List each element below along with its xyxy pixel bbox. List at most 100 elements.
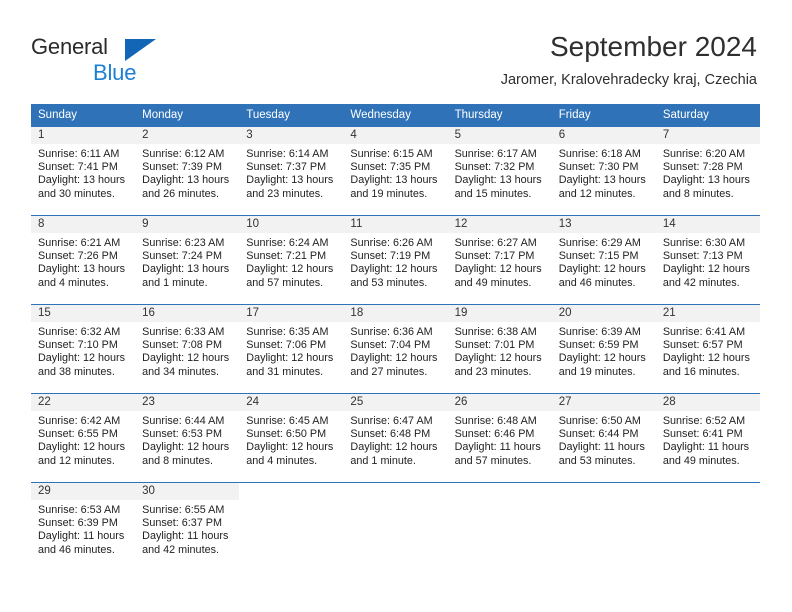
- calendar-day-cell[interactable]: 17 Sunrise: 6:35 AM Sunset: 7:06 PM Dayligh…: [239, 304, 344, 394]
- day-number: 23: [135, 394, 240, 411]
- day-number: 21: [655, 305, 760, 322]
- day-number: 16: [135, 305, 240, 322]
- calendar-day-cell[interactable]: 28 Sunrise: 6:52 AM Sunset: 6:41 PM Dayligh…: [655, 393, 760, 483]
- sunrise-text: Sunrise: 6:18 AM: [558, 148, 641, 160]
- calendar-day-cell[interactable]: 9 Sunrise: 6:23 AM Sunset: 7:24 PM Daylight…: [135, 215, 240, 305]
- calendar-day-cell[interactable]: 4 Sunrise: 6:15 AM Sunset: 7:35 PM Daylight…: [343, 126, 448, 216]
- calendar-day-cell[interactable]: [343, 482, 448, 571]
- daylight-text-line2: and 15 minutes.: [454, 187, 532, 200]
- calendar-day-cell[interactable]: 23 Sunrise: 6:44 AM Sunset: 6:53 PM Dayligh…: [135, 393, 240, 483]
- calendar-header-row: Sunday Monday Tuesday Wednesday Thursday…: [31, 104, 760, 127]
- day-details: Sunrise: 6:39 AM Sunset: 6:59 PM Daylight:…: [552, 322, 656, 379]
- sunset-text: Sunset: 6:41 PM: [662, 428, 743, 441]
- daylight-text-line1: Daylight: 13 hours: [350, 174, 438, 187]
- calendar-day-cell[interactable]: 15 Sunrise: 6:32 AM Sunset: 7:10 PM Dayligh…: [31, 304, 136, 394]
- daylight-text-line1: Daylight: 12 hours: [454, 352, 542, 365]
- daylight-text-line1: Daylight: 13 hours: [454, 174, 542, 187]
- daylight-text-line2: and 23 minutes.: [246, 187, 324, 200]
- weekday-header-tuesday: Tuesday: [239, 104, 344, 127]
- calendar-day-cell[interactable]: 26 Sunrise: 6:48 AM Sunset: 6:46 PM Dayligh…: [447, 393, 552, 483]
- day-number: 30: [135, 483, 240, 500]
- day-cell-inner: 8 Sunrise: 6:21 AM Sunset: 7:26 PM Daylight…: [31, 216, 136, 304]
- calendar-day-cell[interactable]: 12 Sunrise: 6:27 AM Sunset: 7:17 PM Dayligh…: [447, 215, 552, 305]
- calendar-day-cell[interactable]: [551, 482, 656, 571]
- sunset-text: Sunset: 7:39 PM: [142, 161, 222, 174]
- daylight-text-line2: and 8 minutes.: [662, 187, 734, 200]
- calendar-day-cell[interactable]: 27 Sunrise: 6:50 AM Sunset: 6:44 PM Dayligh…: [551, 393, 656, 483]
- day-number: [656, 483, 760, 500]
- calendar-day-cell[interactable]: [239, 482, 344, 571]
- calendar-day-cell[interactable]: 14 Sunrise: 6:30 AM Sunset: 7:13 PM Dayligh…: [655, 215, 760, 305]
- sunset-text: Sunset: 7:26 PM: [38, 250, 118, 263]
- calendar-day-cell[interactable]: 20 Sunrise: 6:39 AM Sunset: 6:59 PM Dayligh…: [551, 304, 656, 394]
- daylight-text-line2: and 4 minutes.: [38, 276, 109, 289]
- calendar-day-cell[interactable]: 5 Sunrise: 6:17 AM Sunset: 7:32 PM Daylight…: [447, 126, 552, 216]
- sunset-text: Sunset: 6:57 PM: [662, 339, 743, 352]
- calendar-day-cell[interactable]: 24 Sunrise: 6:45 AM Sunset: 6:50 PM Dayligh…: [239, 393, 344, 483]
- day-details: Sunrise: 6:18 AM Sunset: 7:30 PM Daylight:…: [552, 144, 656, 201]
- day-cell-inner: 12 Sunrise: 6:27 AM Sunset: 7:17 PM Dayligh…: [447, 216, 552, 304]
- sunset-text: Sunset: 7:37 PM: [246, 161, 327, 174]
- daylight-text-line2: and 12 minutes.: [558, 187, 636, 200]
- daylight-text-line2: and 53 minutes.: [558, 454, 636, 467]
- day-cell-inner: 2 Sunrise: 6:12 AM Sunset: 7:39 PM Daylight…: [135, 127, 240, 215]
- day-details: Sunrise: 6:32 AM Sunset: 7:10 PM Daylight:…: [31, 322, 135, 379]
- calendar-day-cell[interactable]: 7 Sunrise: 6:20 AM Sunset: 7:28 PM Daylight…: [655, 126, 760, 216]
- calendar-day-cell[interactable]: 21 Sunrise: 6:41 AM Sunset: 6:57 PM Dayligh…: [655, 304, 760, 394]
- day-cell-inner: [552, 483, 656, 571]
- sunrise-text: Sunrise: 6:53 AM: [38, 504, 121, 516]
- calendar-day-cell[interactable]: [447, 482, 552, 571]
- sunrise-text: Sunrise: 6:32 AM: [38, 326, 121, 338]
- calendar-day-cell[interactable]: 30 Sunrise: 6:55 AM Sunset: 6:37 PM Dayligh…: [135, 482, 240, 571]
- calendar-week-row: 29 Sunrise: 6:53 AM Sunset: 6:39 PM Dayligh…: [31, 482, 760, 571]
- sunset-text: Sunset: 7:19 PM: [350, 250, 431, 263]
- calendar-week-row: 8 Sunrise: 6:21 AM Sunset: 7:26 PM Daylight…: [31, 215, 760, 305]
- calendar-day-cell[interactable]: 8 Sunrise: 6:21 AM Sunset: 7:26 PM Daylight…: [31, 215, 136, 305]
- day-number: 19: [447, 305, 552, 322]
- calendar-day-cell[interactable]: 13 Sunrise: 6:29 AM Sunset: 7:15 PM Dayligh…: [551, 215, 656, 305]
- calendar-day-cell[interactable]: 3 Sunrise: 6:14 AM Sunset: 7:37 PM Daylight…: [239, 126, 344, 216]
- sunset-text: Sunset: 7:15 PM: [558, 250, 639, 263]
- weekday-header-wednesday: Wednesday: [343, 104, 448, 127]
- day-details: Sunrise: 6:44 AM Sunset: 6:53 PM Daylight:…: [135, 411, 239, 468]
- daylight-text-line2: and 26 minutes.: [142, 187, 219, 200]
- sunrise-text: Sunrise: 6:48 AM: [454, 415, 537, 427]
- sunrise-text: Sunrise: 6:17 AM: [454, 148, 537, 160]
- sunrise-text: Sunrise: 6:20 AM: [662, 148, 746, 160]
- calendar-day-cell[interactable]: 25 Sunrise: 6:47 AM Sunset: 6:48 PM Dayligh…: [343, 393, 448, 483]
- general-blue-logo[interactable]: General Blue: [31, 36, 231, 84]
- day-cell-inner: [656, 483, 760, 571]
- calendar-day-cell[interactable]: 1 Sunrise: 6:11 AM Sunset: 7:41 PM Daylight…: [31, 126, 136, 216]
- calendar-day-cell[interactable]: 11 Sunrise: 6:26 AM Sunset: 7:19 PM Dayligh…: [343, 215, 448, 305]
- daylight-text-line1: Daylight: 12 hours: [454, 263, 542, 276]
- calendar-day-cell[interactable]: 22 Sunrise: 6:42 AM Sunset: 6:55 PM Dayligh…: [31, 393, 136, 483]
- day-details: Sunrise: 6:21 AM Sunset: 7:26 PM Daylight:…: [31, 233, 135, 290]
- sunrise-text: Sunrise: 6:23 AM: [142, 237, 225, 249]
- daylight-text-line1: Daylight: 12 hours: [38, 352, 126, 365]
- sunset-text: Sunset: 7:10 PM: [38, 339, 118, 352]
- sunrise-text: Sunrise: 6:15 AM: [350, 148, 433, 160]
- calendar-day-cell[interactable]: 10 Sunrise: 6:24 AM Sunset: 7:21 PM Dayligh…: [239, 215, 344, 305]
- calendar-week-row: 15 Sunrise: 6:32 AM Sunset: 7:10 PM Dayligh…: [31, 304, 760, 394]
- day-cell-inner: 3 Sunrise: 6:14 AM Sunset: 7:37 PM Daylight…: [239, 127, 344, 215]
- calendar-day-cell[interactable]: 18 Sunrise: 6:36 AM Sunset: 7:04 PM Dayligh…: [343, 304, 448, 394]
- day-cell-inner: 28 Sunrise: 6:52 AM Sunset: 6:41 PM Dayligh…: [655, 394, 760, 482]
- daylight-text-line2: and 19 minutes.: [558, 365, 636, 378]
- daylight-text-line1: Daylight: 11 hours: [142, 530, 229, 543]
- day-cell-inner: 4 Sunrise: 6:15 AM Sunset: 7:35 PM Daylight…: [343, 127, 448, 215]
- sunset-text: Sunset: 7:21 PM: [246, 250, 327, 263]
- calendar-day-cell[interactable]: 16 Sunrise: 6:33 AM Sunset: 7:08 PM Dayligh…: [135, 304, 240, 394]
- calendar-day-cell[interactable]: 6 Sunrise: 6:18 AM Sunset: 7:30 PM Daylight…: [551, 126, 656, 216]
- daylight-text-line1: Daylight: 12 hours: [246, 352, 334, 365]
- daylight-text-line2: and 53 minutes.: [350, 276, 428, 289]
- sunrise-text: Sunrise: 6:52 AM: [662, 415, 746, 427]
- day-number: 3: [239, 127, 344, 144]
- daylight-text-line1: Daylight: 12 hours: [662, 263, 750, 276]
- sunset-text: Sunset: 7:35 PM: [350, 161, 431, 174]
- weekday-header-sunday: Sunday: [31, 104, 136, 127]
- sunset-text: Sunset: 6:46 PM: [454, 428, 535, 441]
- calendar-day-cell[interactable]: 29 Sunrise: 6:53 AM Sunset: 6:39 PM Dayligh…: [31, 482, 136, 571]
- calendar-day-cell[interactable]: 19 Sunrise: 6:38 AM Sunset: 7:01 PM Dayligh…: [447, 304, 552, 394]
- calendar-day-cell[interactable]: 2 Sunrise: 6:12 AM Sunset: 7:39 PM Daylight…: [135, 126, 240, 216]
- calendar-day-cell[interactable]: [655, 482, 760, 571]
